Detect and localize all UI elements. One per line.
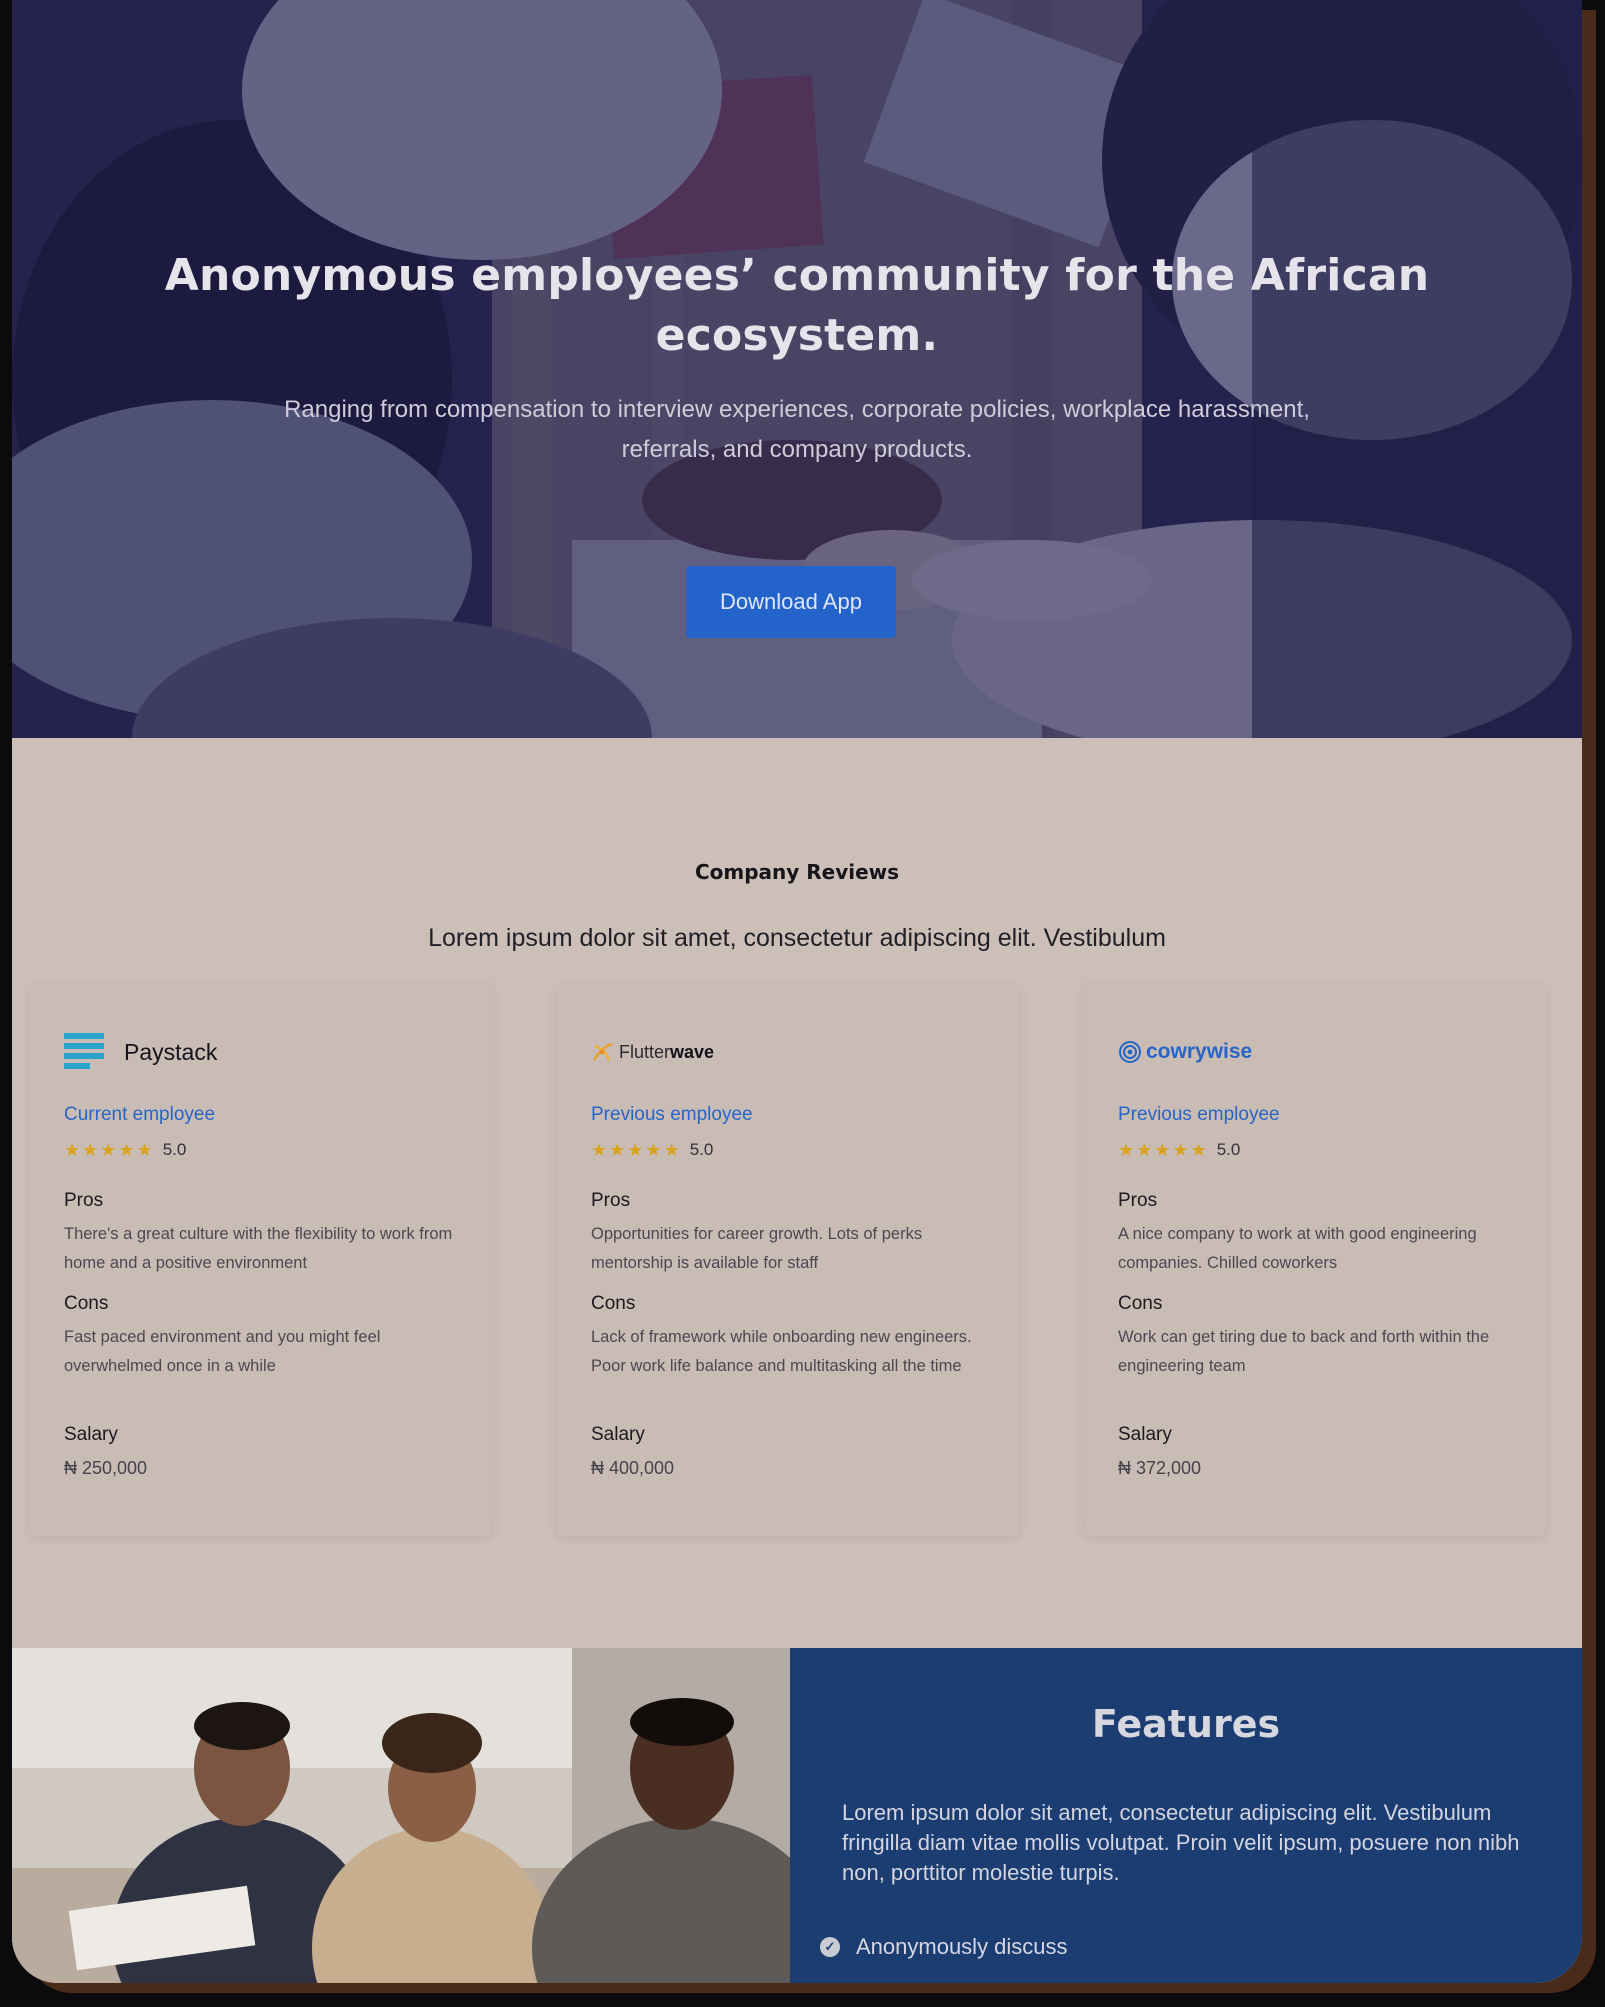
employee-status: Current employee [64,1104,216,1125]
features-panel: Features Lorem ipsum dolor sit amet, con… [790,1648,1582,1983]
rating: ★ ★ ★ ★ ★ 5.0 [1118,1140,1240,1160]
salary-value: ₦ 250,000 [64,1458,148,1478]
star-icon: ★ [591,1140,608,1160]
star-icon: ★ [1190,1140,1207,1160]
cons-text: Lack of framework while onboarding new e… [591,1328,972,1375]
salary-label: Salary [1118,1424,1172,1445]
reviews-title: Company Reviews [694,860,900,884]
review-card-paystack[interactable]: Paystack Current employee ★ ★ ★ ★ ★ 5.0 … [30,984,492,1536]
hero-section: Anonymous employees’ community for the A… [12,0,1582,738]
pros-text: There's a great culture with the flexibi… [64,1225,453,1272]
star-icon: ★ [1136,1140,1153,1160]
pros-text: A nice company to work at with good engi… [1118,1225,1477,1272]
employee-status: Previous employee [1118,1104,1280,1125]
flutterwave-logo-icon [592,1042,613,1061]
star-icon: ★ [64,1140,81,1160]
features-title: Features [1091,1702,1281,1746]
hero-subtitle: Ranging from compensation to interview e… [284,396,1310,463]
company-name-part2: wave [670,1041,715,1062]
pros-text: Opportunities for career growth. Lots of… [591,1225,923,1272]
page-frame: Anonymous employees’ community for the A… [12,0,1582,1983]
cons-label: Cons [64,1293,109,1314]
paystack-logo-icon [64,1033,104,1069]
star-icon: ★ [1172,1140,1189,1160]
company-name: cowrywise [1146,1040,1253,1063]
salary-value: ₦ 400,000 [591,1458,675,1478]
review-card-flutterwave[interactable]: Flutter wave Previous employee ★ ★ ★ ★ ★ … [557,984,1019,1536]
pros-label: Pros [1118,1190,1158,1211]
cons-label: Cons [1118,1293,1163,1314]
employee-status: Previous employee [591,1104,753,1125]
download-app-button[interactable]: Download App [686,566,896,638]
star-icon: ★ [100,1140,117,1160]
company-name: Paystack [124,1038,218,1065]
features-description: Lorem ipsum dolor sit amet, consectetur … [842,1800,1520,1885]
star-icon: ★ [118,1140,135,1160]
company-name-part1: Flutter [619,1041,671,1062]
star-icon: ★ [136,1140,153,1160]
feature-item: ✓ Anonymously discuss [820,1934,1068,1960]
features-photo-team-meeting [12,1648,790,1983]
review-card-cowrywise[interactable]: cowrywise Previous employee ★ ★ ★ ★ ★ 5.… [1084,984,1546,1536]
star-icon: ★ [609,1140,626,1160]
feature-item-label: Anonymously discuss [856,1934,1068,1959]
star-icon: ★ [1154,1140,1171,1160]
check-circle-icon: ✓ [820,1937,840,1957]
reviews-subtitle: Lorem ipsum dolor sit amet, consectetur … [428,924,1166,952]
rating-score: 5.0 [162,1140,187,1159]
star-icon: ★ [663,1140,680,1160]
salary-label: Salary [64,1424,118,1445]
features-photo-illustration [12,1648,790,1983]
company-logo: Paystack [64,1030,217,1074]
cowrywise-logo-icon [1119,1041,1141,1063]
company-logo: cowrywise [1118,1030,1252,1074]
pros-label: Pros [591,1190,631,1211]
cons-label: Cons [591,1293,636,1314]
rating-score: 5.0 [1216,1140,1241,1159]
salary-value: ₦ 372,000 [1118,1458,1202,1478]
rating: ★ ★ ★ ★ ★ 5.0 [64,1140,186,1160]
star-icon: ★ [82,1140,99,1160]
cons-text: Fast paced environment and you might fee… [64,1328,381,1375]
company-logo: Flutter wave [591,1030,714,1074]
cons-text: Work can get tiring due to back and fort… [1118,1328,1490,1375]
rating-score: 5.0 [689,1140,714,1159]
star-icon: ★ [627,1140,644,1160]
rating: ★ ★ ★ ★ ★ 5.0 [591,1140,713,1160]
pros-label: Pros [64,1190,104,1211]
star-icon: ★ [645,1140,662,1160]
hero-title: Anonymous employees’ community for the A… [164,250,1430,361]
star-icon: ★ [1118,1140,1135,1160]
salary-label: Salary [591,1424,645,1445]
